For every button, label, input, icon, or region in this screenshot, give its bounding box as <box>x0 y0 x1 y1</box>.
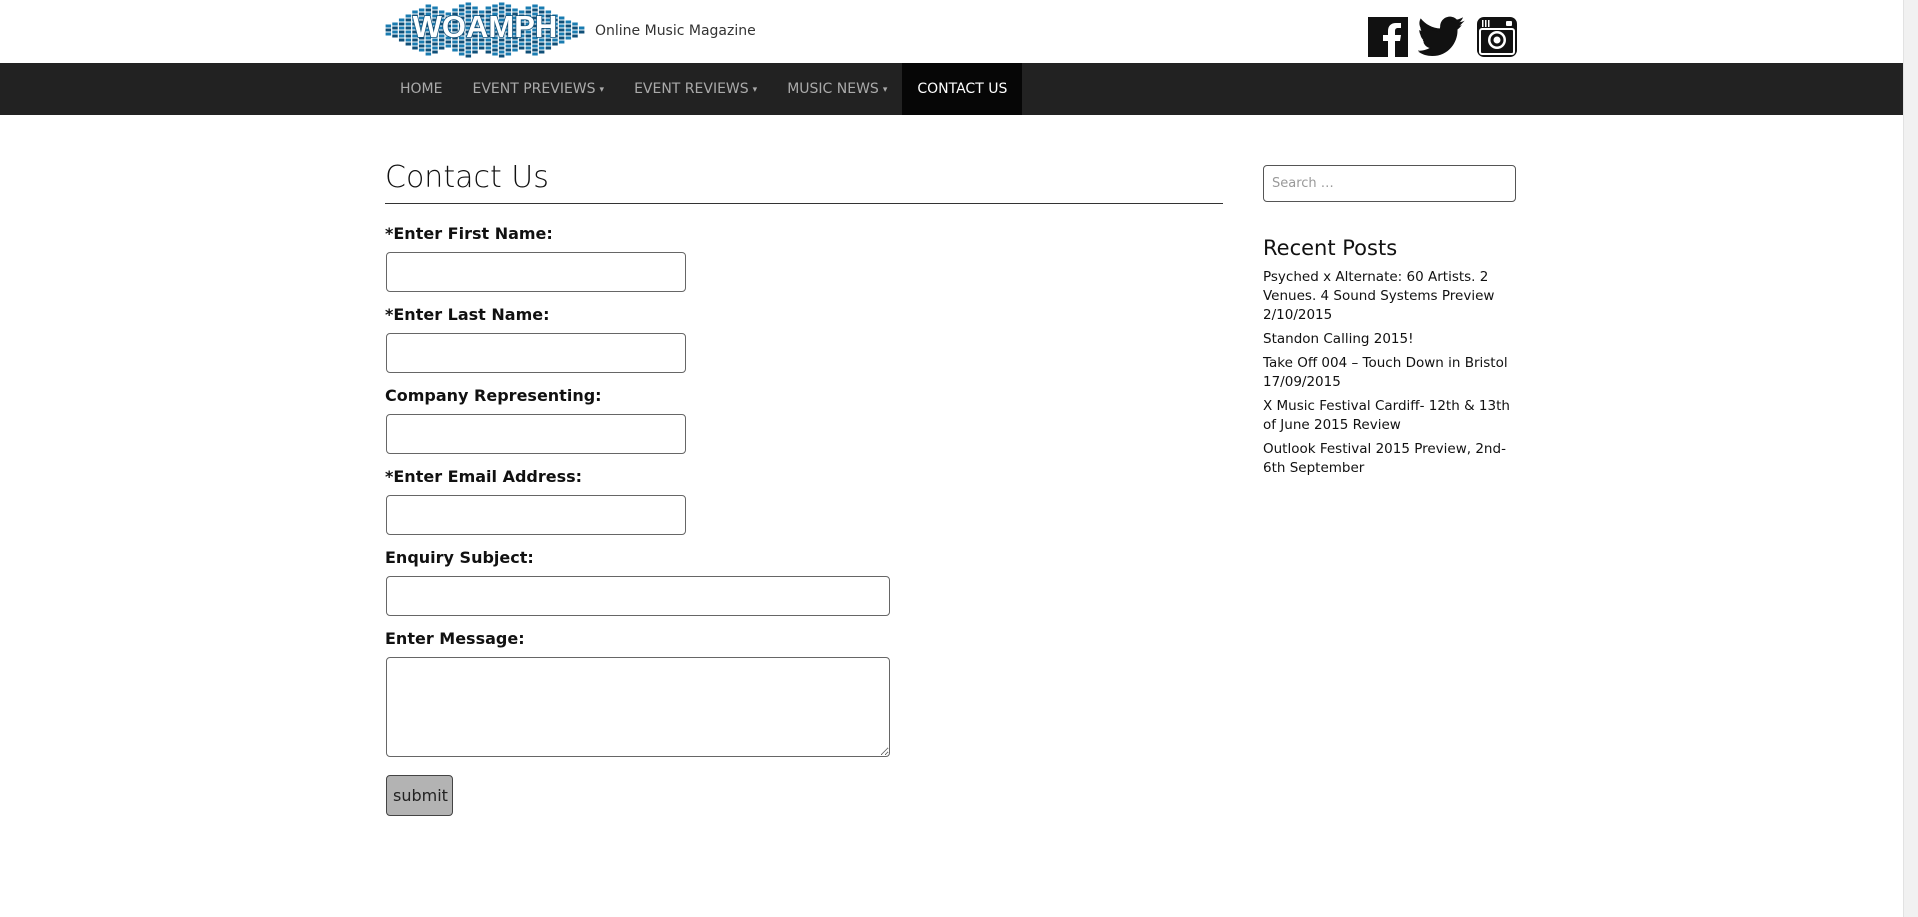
last-name-label: *Enter Last Name: <box>385 305 550 324</box>
email-label: *Enter Email Address: <box>385 467 583 486</box>
recent-post-link[interactable]: Take Off 004 – Touch Down in Bristol 17/… <box>1263 354 1518 392</box>
first-name-input[interactable] <box>386 252 686 292</box>
nav-menu: HOME EVENT PREVIEWS ▾ EVENT REVIEWS ▾ MUSI… <box>385 63 1023 115</box>
last-name-input[interactable] <box>386 333 686 373</box>
site-logo[interactable]: WOAMPH <box>385 1 585 59</box>
message-label: Enter Message: <box>385 629 525 648</box>
nav-item-contact-us[interactable]: CONTACT US <box>902 63 1023 115</box>
caret-down-icon: ▾ <box>882 85 888 95</box>
recent-post-link[interactable]: Standon Calling 2015! <box>1263 330 1518 349</box>
nav-item-event-reviews[interactable]: EVENT REVIEWS ▾ <box>619 63 772 115</box>
caret-down-icon: ▾ <box>599 85 605 95</box>
logo-text: WOAMPH <box>413 9 558 44</box>
facebook-icon[interactable] <box>1367 16 1409 58</box>
site-header: WOAMPH Online Music Magazine <box>0 0 1904 63</box>
main-navbar: HOME EVENT PREVIEWS ▾ EVENT REVIEWS ▾ MUSI… <box>0 63 1904 115</box>
first-name-label: *Enter First Name: <box>385 224 553 243</box>
nav-item-home[interactable]: HOME <box>385 63 457 115</box>
page-scrollbar[interactable] <box>1903 0 1918 917</box>
nav-item-label: CONTACT US <box>917 81 1008 97</box>
company-label: Company Representing: <box>385 386 602 405</box>
recent-post-link[interactable]: Psyched x Alternate: 60 Artists. 2 Venue… <box>1263 268 1518 325</box>
nav-item-label: EVENT REVIEWS <box>634 81 749 97</box>
message-textarea[interactable] <box>386 657 890 757</box>
nav-item-event-previews[interactable]: EVENT PREVIEWS ▾ <box>457 63 619 115</box>
nav-item-label: MUSIC NEWS <box>787 81 879 97</box>
site-tagline: Online Music Magazine <box>595 23 756 39</box>
subject-label: Enquiry Subject: <box>385 548 534 567</box>
submit-button[interactable]: submit <box>386 775 453 816</box>
recent-posts-list: Psyched x Alternate: 60 Artists. 2 Venue… <box>1263 268 1518 483</box>
recent-posts-title: Recent Posts <box>1263 236 1398 260</box>
email-input[interactable] <box>386 495 686 535</box>
nav-item-label: HOME <box>400 81 443 97</box>
twitter-icon[interactable] <box>1418 16 1466 58</box>
recent-post-link[interactable]: X Music Festival Cardiff- 12th & 13th of… <box>1263 397 1518 435</box>
caret-down-icon: ▾ <box>752 85 758 95</box>
instagram-icon[interactable] <box>1476 16 1518 58</box>
company-input[interactable] <box>386 414 686 454</box>
logo-graphic: WOAMPH <box>385 2 585 58</box>
nav-item-music-news[interactable]: MUSIC NEWS ▾ <box>772 63 902 115</box>
search-input[interactable] <box>1263 165 1516 202</box>
page-title: Contact Us <box>385 160 1223 204</box>
nav-item-label: EVENT PREVIEWS <box>472 81 596 97</box>
recent-post-link[interactable]: Outlook Festival 2015 Preview, 2nd-6th S… <box>1263 440 1518 478</box>
subject-input[interactable] <box>386 576 890 616</box>
